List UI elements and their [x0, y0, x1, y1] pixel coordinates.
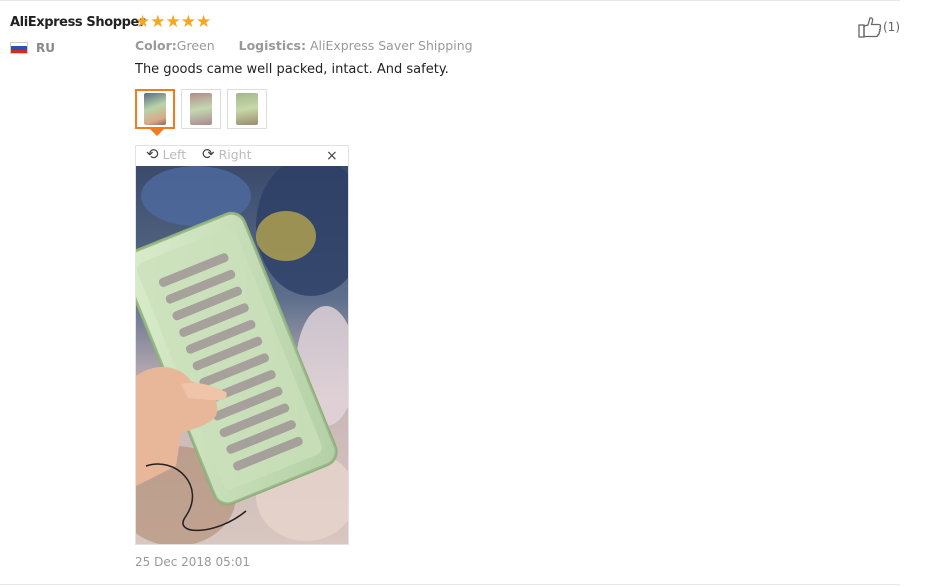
- rotate-left-label: Left: [162, 147, 187, 162]
- russia-flag-icon: [10, 42, 28, 54]
- country-code: RU: [36, 41, 55, 55]
- bottom-divider: [0, 584, 900, 585]
- close-icon[interactable]: ×: [326, 148, 338, 164]
- reviewer-name: AliExpress Shopper: [10, 15, 145, 30]
- review-date: 25 Dec 2018 05:01: [135, 555, 251, 569]
- star-icon: ★: [196, 12, 212, 32]
- rotate-left-icon: ⟲: [146, 145, 159, 163]
- viewer-toolbar: ⟲ Left ⟳ Right ×: [136, 146, 348, 166]
- review-thumbnails: [135, 89, 267, 129]
- star-icon: ★: [165, 12, 181, 32]
- active-thumbnail-arrow: [150, 129, 164, 136]
- thumbnail-2[interactable]: [181, 89, 221, 129]
- star-icon: ★: [135, 12, 151, 32]
- thumbnail-3[interactable]: [227, 89, 267, 129]
- star-icon: ★: [150, 12, 166, 32]
- rotate-right-label: Right: [218, 147, 252, 162]
- reviewer-country: RU: [10, 41, 55, 55]
- logistics-label: Logistics:: [238, 38, 306, 53]
- thumbs-up-icon: [858, 17, 882, 38]
- image-viewer: ⟲ Left ⟳ Right ×: [135, 145, 349, 545]
- like-count: (1): [883, 20, 900, 34]
- star-icon: ★: [180, 12, 196, 32]
- rotate-right-icon: ⟳: [202, 145, 215, 163]
- logistics-value: AliExpress Saver Shipping: [309, 38, 473, 53]
- rotate-left-button[interactable]: ⟲ Left: [146, 145, 187, 163]
- thumbnail-1[interactable]: [135, 89, 175, 129]
- color-value: Green: [176, 38, 215, 53]
- helpful-button[interactable]: (1): [858, 16, 900, 38]
- rotate-right-button[interactable]: ⟳ Right: [202, 145, 252, 163]
- star-rating: ★ ★ ★ ★ ★: [135, 14, 211, 31]
- review-photo: [136, 166, 348, 544]
- color-label: Color:: [135, 38, 177, 53]
- order-details: Color:Green Logistics: AliExpress Saver …: [135, 38, 473, 53]
- top-divider: [0, 0, 900, 1]
- review-text: The goods came well packed, intact. And …: [135, 62, 449, 77]
